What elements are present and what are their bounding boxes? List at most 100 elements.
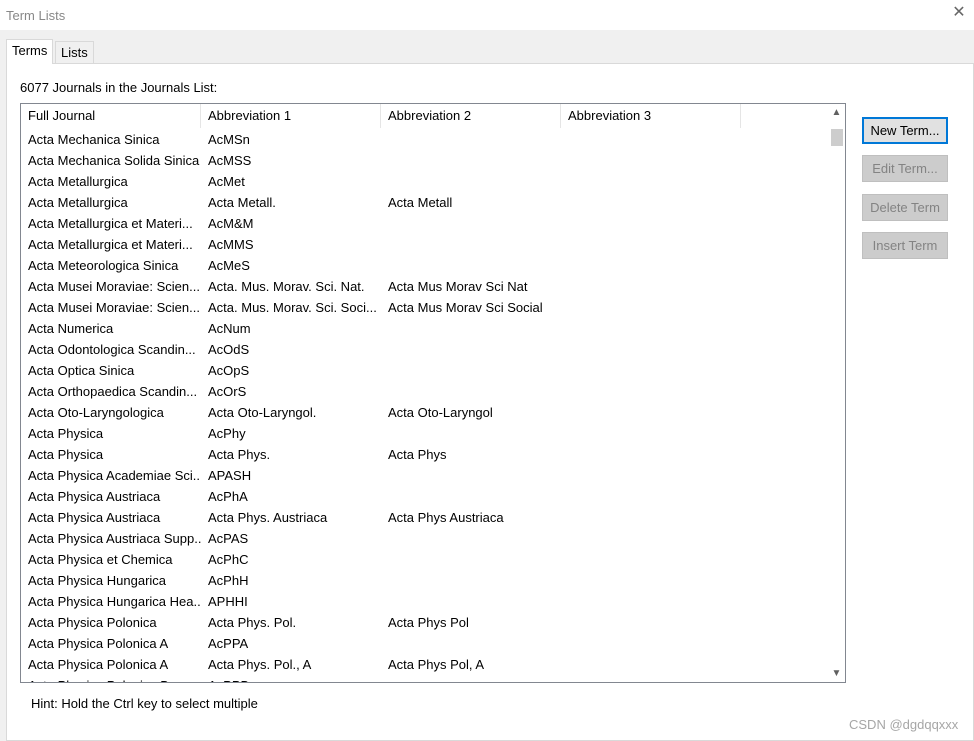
table-row[interactable]: Acta Physica Polonica BAcPPB [21,675,827,682]
tab-terms[interactable]: Terms [6,39,54,64]
table-cell: Acta Meteorologica Sinica [28,258,179,273]
table-cell: Acta Oto-Laryngol. [208,405,317,420]
insert-term-button[interactable]: Insert Term [862,232,948,259]
table-cell: Acta Oto-Laryngol [388,405,493,420]
table-row[interactable]: Acta Numerica AcNum [21,318,827,339]
tab-lists[interactable]: Lists [55,41,94,63]
table-row[interactable]: Acta Oto-Laryngologica Acta Oto-Laryngol.… [21,402,827,423]
table-row[interactable]: Acta Physica Polonica Acta Phys. Pol. Acta… [21,612,827,633]
table-row[interactable]: Acta Physica et Chemica AcPhC [21,549,827,570]
scroll-thumb[interactable] [831,129,843,146]
column-header-abbreviation-2[interactable]: Abbreviation 2 [381,104,561,128]
table-cell: Acta Phys. Pol. [208,615,297,630]
table-cell: Acta Phys. Pol., A [208,657,312,672]
table-row[interactable]: Acta Physica AcPhy [21,423,827,444]
table-cell: Acta Metallurgica et Materi... [28,237,193,252]
table-cell: Acta Phys Pol, A [388,657,485,672]
table-row[interactable]: Acta Mechanica Solida Sinica AcMSS [21,150,827,171]
table-cell: Acta Mechanica Sinica [28,132,160,147]
table-cell: AcPPA [208,636,249,651]
table-cell: Acta Oto-Laryngologica [28,405,164,420]
table-cell: Acta Numerica [28,321,114,336]
table-cell: Acta Physica Hungarica Hea... [28,594,201,609]
table-row[interactable]: Acta Musei Moraviae: Scien... Acta. Mus. … [21,297,827,318]
table-cell: Acta. Mus. Morav. Sci. Soci... [208,300,377,315]
table-cell: Acta. Mus. Morav. Sci. Nat. [208,279,365,294]
table-cell: Acta Musei Moraviae: Scien... [28,300,200,315]
table-row[interactable]: Acta Metallurgica Acta Metall. Acta Metall [21,192,827,213]
table-row[interactable]: Acta Odontologica Scandin... AcOdS [21,339,827,360]
table-cell: Acta Odontologica Scandin... [28,342,196,357]
table-cell: Acta Physica Austriaca Supp... [28,531,201,546]
table-row[interactable]: Acta Metallurgica et Materi... AcMMS [21,234,827,255]
hint-text: Hint: Hold the Ctrl key to select multip… [31,696,258,711]
column-header-full-journal[interactable]: Full Journal [21,104,201,128]
table-row[interactable]: Acta Metallurgica et Materi... AcM&M [21,213,827,234]
table-cell: Acta Physica [28,426,104,441]
table-cell: Acta Phys. Austriaca [208,510,328,525]
table-cell: AcPhA [208,489,248,504]
vertical-scrollbar[interactable]: ▲ ▼ [828,104,845,682]
scroll-up-arrow-icon[interactable]: ▲ [828,104,845,121]
table-cell: Acta Physica Polonica A [28,636,169,651]
close-icon[interactable]: ✕ [950,4,968,22]
column-header-abbreviation-1[interactable]: Abbreviation 1 [201,104,381,128]
table-row[interactable]: Acta Physica Austriaca AcPhA [21,486,827,507]
table-row[interactable]: Acta Optica Sinica AcOpS [21,360,827,381]
table-cell: AcPhC [208,552,249,567]
dialog-client-area: Terms Lists 6077 Journals in the Journal… [0,30,974,741]
table-cell: Acta Mechanica Solida Sinica [28,153,200,168]
table-row[interactable]: Acta Metallurgica AcMet [21,171,827,192]
table-row[interactable]: Acta Physica Hungarica AcPhH [21,570,827,591]
table-cell: Acta Phys Pol [388,615,469,630]
table-cell: APHHI [208,594,248,609]
table-row[interactable]: Acta Physica Polonica A AcPPA [21,633,827,654]
table-cell: Acta Mus Morav Sci Nat [388,279,528,294]
watermark: CSDN @dgdqqxxx [849,717,959,732]
table-cell: AcNum [208,321,251,336]
list-header: Full Journal Abbreviation 1 Abbreviation… [21,104,827,128]
table-cell: Acta Optica Sinica [28,363,135,378]
table-cell: Acta Physica Polonica B [21,675,201,682]
table-cell: AcMMS [208,237,254,252]
table-row[interactable]: Acta Meteorologica Sinica AcMeS [21,255,827,276]
table-cell: AcPhy [208,426,246,441]
scroll-down-arrow-icon[interactable]: ▼ [828,665,845,682]
new-term-button[interactable]: New Term... [862,117,948,144]
journal-count-label: 6077 Journals in the Journals List: [20,80,218,95]
table-cell: Acta Metallurgica [28,195,128,210]
column-header-abbreviation-3[interactable]: Abbreviation 3 [561,104,741,128]
table-cell: AcM&M [208,216,254,231]
table-row[interactable]: Acta Orthopaedica Scandin... AcOrS [21,381,827,402]
table-row[interactable]: Acta Physica Acta Phys. Acta Phys [21,444,827,465]
table-cell: Acta Physica et Chemica [28,552,173,567]
edit-term-button[interactable]: Edit Term... [862,155,948,182]
table-cell: Acta Mus Morav Sci Social [388,300,543,315]
table-cell: Acta Physica Austriaca [28,510,161,525]
delete-term-button[interactable]: Delete Term [862,194,948,221]
table-cell: AcPhH [208,573,249,588]
table-cell: Acta Physica Hungarica [28,573,167,588]
table-cell: Acta Physica Austriaca [28,489,161,504]
table-cell: Acta Metallurgica [28,174,128,189]
table-cell: AcPPB [201,675,381,682]
table-cell: Acta Phys Austriaca [388,510,504,525]
table-cell: AcOdS [208,342,250,357]
list-rows: Acta Mechanica Sinica AcMSn Acta Mechanica… [21,129,827,682]
table-cell: AcMSS [208,153,252,168]
table-row[interactable]: Acta Mechanica Sinica AcMSn [21,129,827,150]
journal-list[interactable]: Full Journal Abbreviation 1 Abbreviation… [20,103,846,683]
table-row[interactable]: Acta Physica Polonica A Acta Phys. Pol., … [21,654,827,675]
table-row[interactable]: Acta Physica Austriaca Acta Phys. Austria… [21,507,827,528]
table-cell: Acta Musei Moraviae: Scien... [28,279,200,294]
title-bar: Term Lists ✕ [0,0,974,30]
table-row[interactable]: Acta Physica Hungarica Hea... APHHI [21,591,827,612]
table-cell: Acta Phys [388,447,447,462]
table-cell: Acta Physica Polonica A [28,657,169,672]
table-row[interactable]: Acta Musei Moraviae: Scien... Acta. Mus. … [21,276,827,297]
table-cell: AcMSn [208,132,250,147]
table-row[interactable]: Acta Physica Academiae Sci... APASH [21,465,827,486]
table-cell: Acta Physica Academiae Sci... [28,468,201,483]
table-cell: Acta Orthopaedica Scandin... [28,384,198,399]
table-row[interactable]: Acta Physica Austriaca Supp... AcPAS [21,528,827,549]
